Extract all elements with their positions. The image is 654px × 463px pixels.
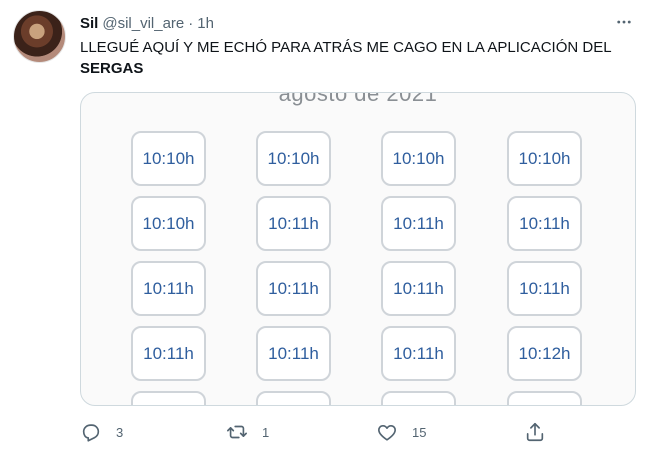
- tweet-media-image[interactable]: agosto de 2021 10:10h 10:10h 10:10h 10:10h 1…: [80, 92, 636, 406]
- author-handle[interactable]: @sil_vil_are: [102, 15, 184, 32]
- reply-icon: [82, 424, 100, 442]
- retweet-button[interactable]: 1: [226, 420, 269, 444]
- time-slot-button: 10:11h: [381, 196, 456, 251]
- reply-count: 3: [116, 424, 124, 440]
- retweet-count: 1: [262, 424, 270, 440]
- time-slot-button-cropped: [256, 391, 331, 405]
- time-slot-button-cropped: [131, 391, 206, 405]
- time-slot-button: 10:11h: [256, 261, 331, 316]
- tweet-header: Sil @sil_vil_are · 1h: [80, 13, 214, 33]
- like-button[interactable]: 15: [376, 420, 426, 444]
- time-slot-grid: 10:10h 10:10h 10:10h 10:10h 10:10h 10:11h 10:1…: [81, 93, 635, 405]
- author-name[interactable]: Sil: [80, 15, 98, 32]
- time-slot-button: 10:11h: [131, 326, 206, 381]
- separator: ·: [188, 14, 194, 32]
- time-slot-button: 10:10h: [131, 131, 206, 186]
- time-slot-button: 10:11h: [131, 261, 206, 316]
- tweet-time[interactable]: 1h: [197, 15, 214, 32]
- time-slot-button: 10:10h: [131, 196, 206, 251]
- avatar[interactable]: [13, 10, 66, 63]
- time-slot-button: 10:11h: [256, 326, 331, 381]
- time-slot-button: 10:10h: [256, 131, 331, 186]
- tweet-text: LLEGUÉ AQUÍ Y ME ECHÓ PARA ATRÁS ME CAGO…: [80, 37, 635, 79]
- reply-button[interactable]: 3: [80, 420, 123, 444]
- share-icon: [526, 422, 544, 442]
- time-slot-button: 10:12h: [507, 326, 582, 381]
- time-slot-button: 10:11h: [507, 196, 582, 251]
- time-slot-button-cropped: [507, 391, 582, 405]
- share-button[interactable]: [524, 420, 546, 444]
- time-slot-button: 10:11h: [507, 261, 582, 316]
- tweet[interactable]: Sil @sil_vil_are · 1h LLEGUÉ AQUÍ Y ME E…: [0, 0, 654, 463]
- tweet-text-plain: LLEGUÉ AQUÍ Y ME ECHÓ PARA ATRÁS ME CAGO…: [80, 39, 612, 56]
- time-slot-button: 10:11h: [256, 196, 331, 251]
- time-slot-button: 10:11h: [381, 326, 456, 381]
- time-slot-button-cropped: [381, 391, 456, 405]
- time-slot-button: 10:11h: [381, 261, 456, 316]
- tweet-actions: 3 1 15: [80, 420, 560, 444]
- time-slot-button: 10:10h: [507, 131, 582, 186]
- more-options-icon[interactable]: [612, 10, 636, 34]
- like-count: 15: [412, 424, 427, 440]
- tweet-text-bold: SERGAS: [80, 60, 144, 77]
- retweet-icon: [227, 425, 247, 439]
- time-slot-button: 10:10h: [381, 131, 456, 186]
- like-icon: [378, 424, 396, 441]
